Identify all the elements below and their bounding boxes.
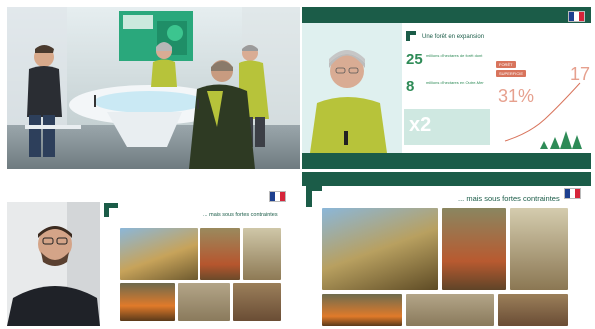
- photo-dead-tree: [200, 228, 240, 280]
- stat-value-2: 8: [406, 78, 415, 95]
- photo-soil: [498, 294, 568, 326]
- studio-scene: [7, 7, 300, 169]
- france-flag-icon: [269, 191, 286, 202]
- photo-bark-beetle: [510, 208, 568, 290]
- stat-value-3: x2: [409, 114, 432, 136]
- photo-bark-beetle: [243, 228, 281, 280]
- slide-title-small: ... mais sous fortes contraintes: [203, 212, 278, 218]
- photo-landscape: [178, 283, 230, 321]
- growth-curve-graphic: [504, 82, 582, 149]
- slide-full-panel[interactable]: ... mais sous fortes contraintes: [302, 172, 591, 326]
- photo-fire-1: [120, 283, 175, 321]
- photo-dead-tree: [442, 208, 506, 290]
- photo-dry-forest: [322, 208, 438, 290]
- presenter-figure: [310, 50, 387, 153]
- presenter-video-panel[interactable]: Une forêt en expansion 25 millions d'hec…: [302, 7, 591, 169]
- green-arrow-logo-icon: [406, 31, 416, 41]
- infographic-caption: Une forêt en expansion: [422, 34, 485, 40]
- pill-forest: FORÊT: [496, 61, 516, 68]
- green-arrow-logo-icon: [104, 203, 118, 217]
- green-arrow-logo-icon: [306, 185, 322, 207]
- france-flag-icon: [568, 11, 585, 22]
- stat-value-1: 25: [406, 51, 423, 68]
- slide-title-large: ... mais sous fortes contraintes: [458, 194, 560, 203]
- stat-text-1: millions d'hectares de forêt dont: [426, 53, 483, 58]
- photo-soil: [233, 283, 281, 321]
- stat-text-2: millions d'hectares en Outre-Mer: [426, 80, 484, 85]
- photo-landscape: [406, 294, 494, 326]
- webcam-person: [7, 202, 100, 326]
- top-green-bar: [302, 172, 591, 186]
- photo-dry-forest: [120, 228, 198, 280]
- webcam-slide-panel[interactable]: ... mais sous fortes contraintes: [7, 172, 300, 326]
- top-green-bar: [302, 7, 591, 23]
- photo-fire-1: [322, 294, 402, 326]
- studio-video-panel[interactable]: [7, 7, 300, 169]
- france-flag-icon: [564, 188, 581, 199]
